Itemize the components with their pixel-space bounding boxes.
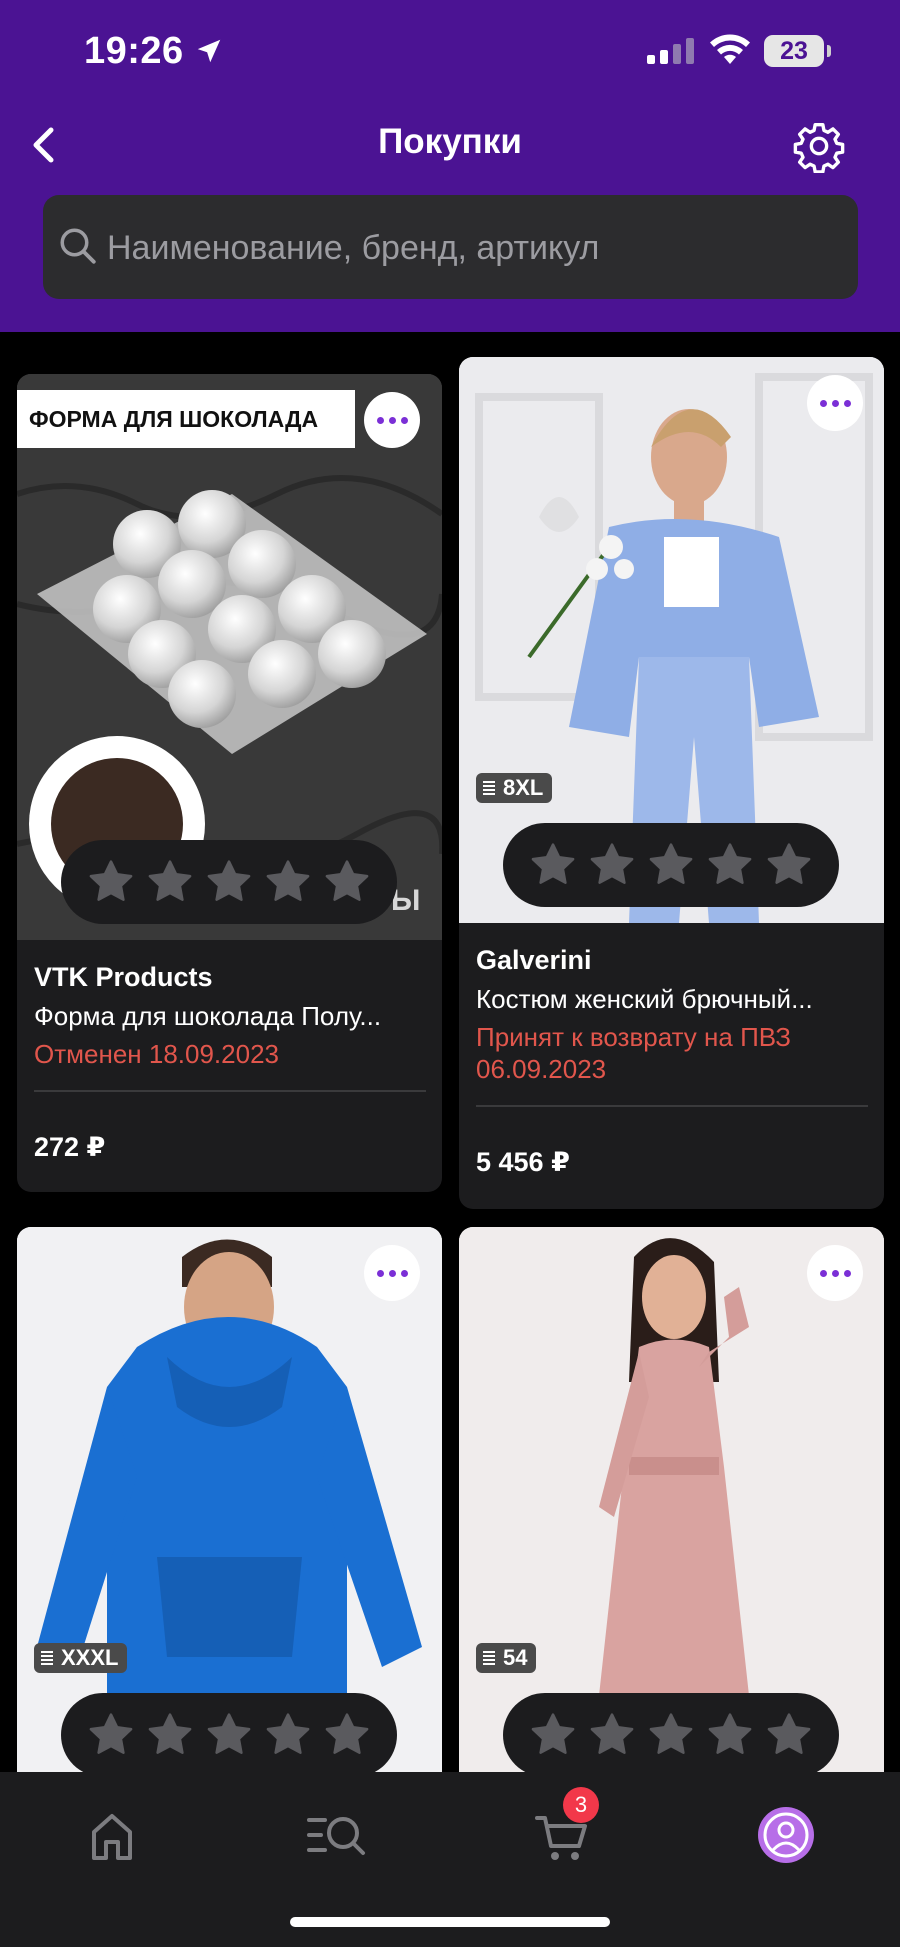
star-icon[interactable] bbox=[86, 857, 136, 907]
star-icon[interactable] bbox=[705, 1710, 755, 1760]
star-icon[interactable] bbox=[204, 1710, 254, 1760]
home-icon[interactable] bbox=[72, 1800, 152, 1870]
order-status: Отменен 18.09.2023 bbox=[34, 1039, 279, 1069]
profile-icon[interactable] bbox=[746, 1800, 826, 1870]
star-icon[interactable] bbox=[263, 1710, 313, 1760]
product-card[interactable]: XXXL bbox=[17, 1227, 442, 1847]
size-badge: XXXL bbox=[34, 1643, 128, 1673]
more-options-button[interactable] bbox=[807, 1245, 863, 1301]
star-icon[interactable] bbox=[528, 840, 578, 890]
more-options-button[interactable] bbox=[364, 392, 420, 448]
location-arrow-icon bbox=[197, 39, 221, 63]
product-price: 5 456 ₽ bbox=[476, 1147, 570, 1177]
product-info: Galverini Костюм женский брючный... Прин… bbox=[476, 945, 868, 1178]
size-badge: 8XL bbox=[476, 773, 553, 803]
brand-name: VTK Products bbox=[34, 962, 213, 992]
cart-count-badge: 3 bbox=[563, 1787, 599, 1823]
star-icon[interactable] bbox=[322, 1710, 372, 1760]
more-dots-icon bbox=[819, 1269, 851, 1277]
search-input[interactable] bbox=[105, 195, 849, 301]
product-price: 272 ₽ bbox=[34, 1132, 106, 1162]
more-dots-icon bbox=[376, 1269, 408, 1277]
catalog-search-icon[interactable] bbox=[297, 1800, 377, 1870]
divider bbox=[34, 1090, 426, 1092]
size-label: XXXL bbox=[61, 1645, 119, 1670]
wifi-icon bbox=[710, 34, 750, 64]
battery-cap bbox=[827, 45, 831, 57]
size-list-icon bbox=[483, 1651, 495, 1665]
star-icon[interactable] bbox=[646, 840, 696, 890]
more-options-button[interactable] bbox=[807, 375, 863, 431]
divider bbox=[476, 1105, 868, 1107]
search-bar[interactable] bbox=[43, 195, 858, 301]
star-icon[interactable] bbox=[764, 840, 814, 890]
size-list-icon bbox=[483, 781, 495, 795]
star-icon[interactable] bbox=[145, 1710, 195, 1760]
star-icon[interactable] bbox=[705, 840, 755, 890]
order-status: Принят к возврату на ПВЗ 06.09.2023 bbox=[476, 1022, 791, 1084]
cellular-signal-icon bbox=[647, 38, 694, 64]
search-icon bbox=[60, 228, 96, 264]
product-name: Форма для шоколада Полу... bbox=[34, 1001, 382, 1031]
size-label: 8XL bbox=[503, 775, 544, 800]
more-options-button[interactable] bbox=[364, 1245, 420, 1301]
settings-gear-icon[interactable] bbox=[792, 119, 846, 173]
brand-name: Galverini bbox=[476, 945, 592, 975]
star-icon[interactable] bbox=[528, 1710, 578, 1760]
nav-row: Покупки bbox=[0, 110, 900, 180]
product-card[interactable]: ФОРМА ДЛЯ ШОКОЛАДА Ы VTK Products Форма … bbox=[17, 374, 442, 1192]
star-icon[interactable] bbox=[263, 857, 313, 907]
product-info: VTK Products Форма для шоколада Полу... … bbox=[34, 962, 426, 1163]
rating-stars[interactable] bbox=[61, 1693, 397, 1777]
size-label: 54 bbox=[503, 1645, 528, 1670]
header: 19:26 23 Покупки bbox=[0, 0, 900, 332]
status-time: 19:26 bbox=[84, 30, 184, 72]
star-icon[interactable] bbox=[646, 1710, 696, 1760]
rating-stars[interactable] bbox=[503, 1693, 839, 1777]
product-banner: ФОРМА ДЛЯ ШОКОЛАДА bbox=[17, 390, 355, 448]
size-list-icon bbox=[41, 1651, 53, 1665]
star-icon[interactable] bbox=[145, 857, 195, 907]
product-name: Костюм женский брючный... bbox=[476, 984, 813, 1014]
star-icon[interactable] bbox=[322, 857, 372, 907]
battery-indicator: 23 bbox=[764, 35, 824, 67]
star-icon[interactable] bbox=[587, 840, 637, 890]
product-card[interactable]: 8XL Galverini Костюм женский брючный... … bbox=[459, 357, 884, 1209]
rating-stars[interactable] bbox=[503, 823, 839, 907]
home-indicator bbox=[290, 1917, 610, 1927]
rating-stars[interactable] bbox=[61, 840, 397, 924]
star-icon[interactable] bbox=[86, 1710, 136, 1760]
more-dots-icon bbox=[376, 416, 408, 424]
page-title: Покупки bbox=[378, 122, 522, 161]
status-bar: 19:26 23 bbox=[0, 0, 900, 100]
product-card[interactable]: 54 bbox=[459, 1227, 884, 1847]
star-icon[interactable] bbox=[204, 857, 254, 907]
star-icon[interactable] bbox=[587, 1710, 637, 1760]
star-icon[interactable] bbox=[764, 1710, 814, 1760]
more-dots-icon bbox=[819, 399, 851, 407]
size-badge: 54 bbox=[476, 1643, 537, 1673]
